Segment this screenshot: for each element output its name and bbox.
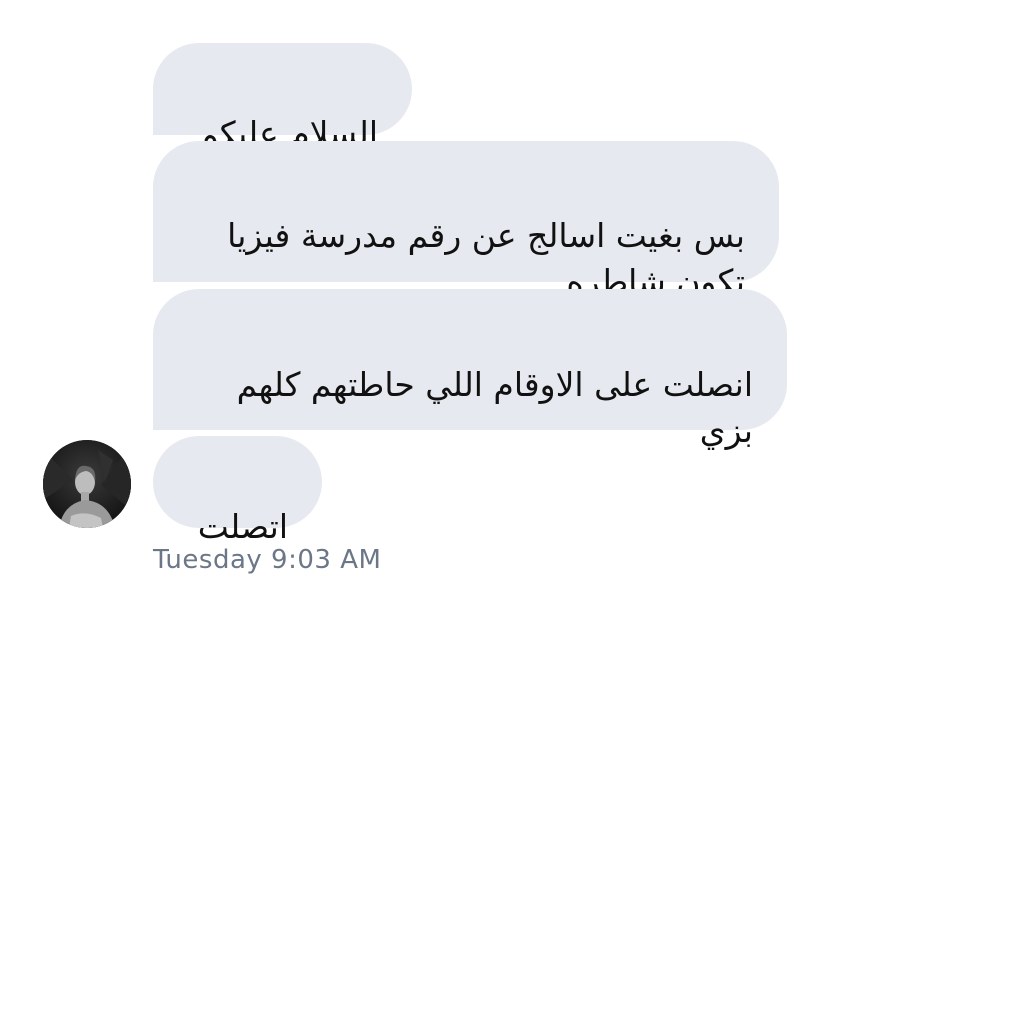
avatar-photo-icon	[43, 440, 131, 528]
message-bubble[interactable]: انصلت على الاوقام اللي حاطتهم كلهم بزي	[153, 289, 787, 450]
message-bubble[interactable]: بس بغيت اسالج عن رقم مدرسة فيزيا تكون شا…	[153, 141, 779, 301]
message-bubble[interactable]: اتصلت	[153, 436, 322, 546]
message-thread: السلام عليكم بس بغيت اسالج عن رقم مدرسة …	[0, 0, 1024, 1024]
sender-avatar[interactable]	[43, 440, 131, 528]
message-text: انصلت على الاوقام اللي حاطتهم كلهم بزي	[236, 365, 753, 450]
message-text: اتصلت	[197, 507, 288, 546]
message-bubble[interactable]: السلام عليكم	[153, 43, 412, 153]
message-timestamp: Tuesday 9:03 AM	[153, 545, 382, 575]
